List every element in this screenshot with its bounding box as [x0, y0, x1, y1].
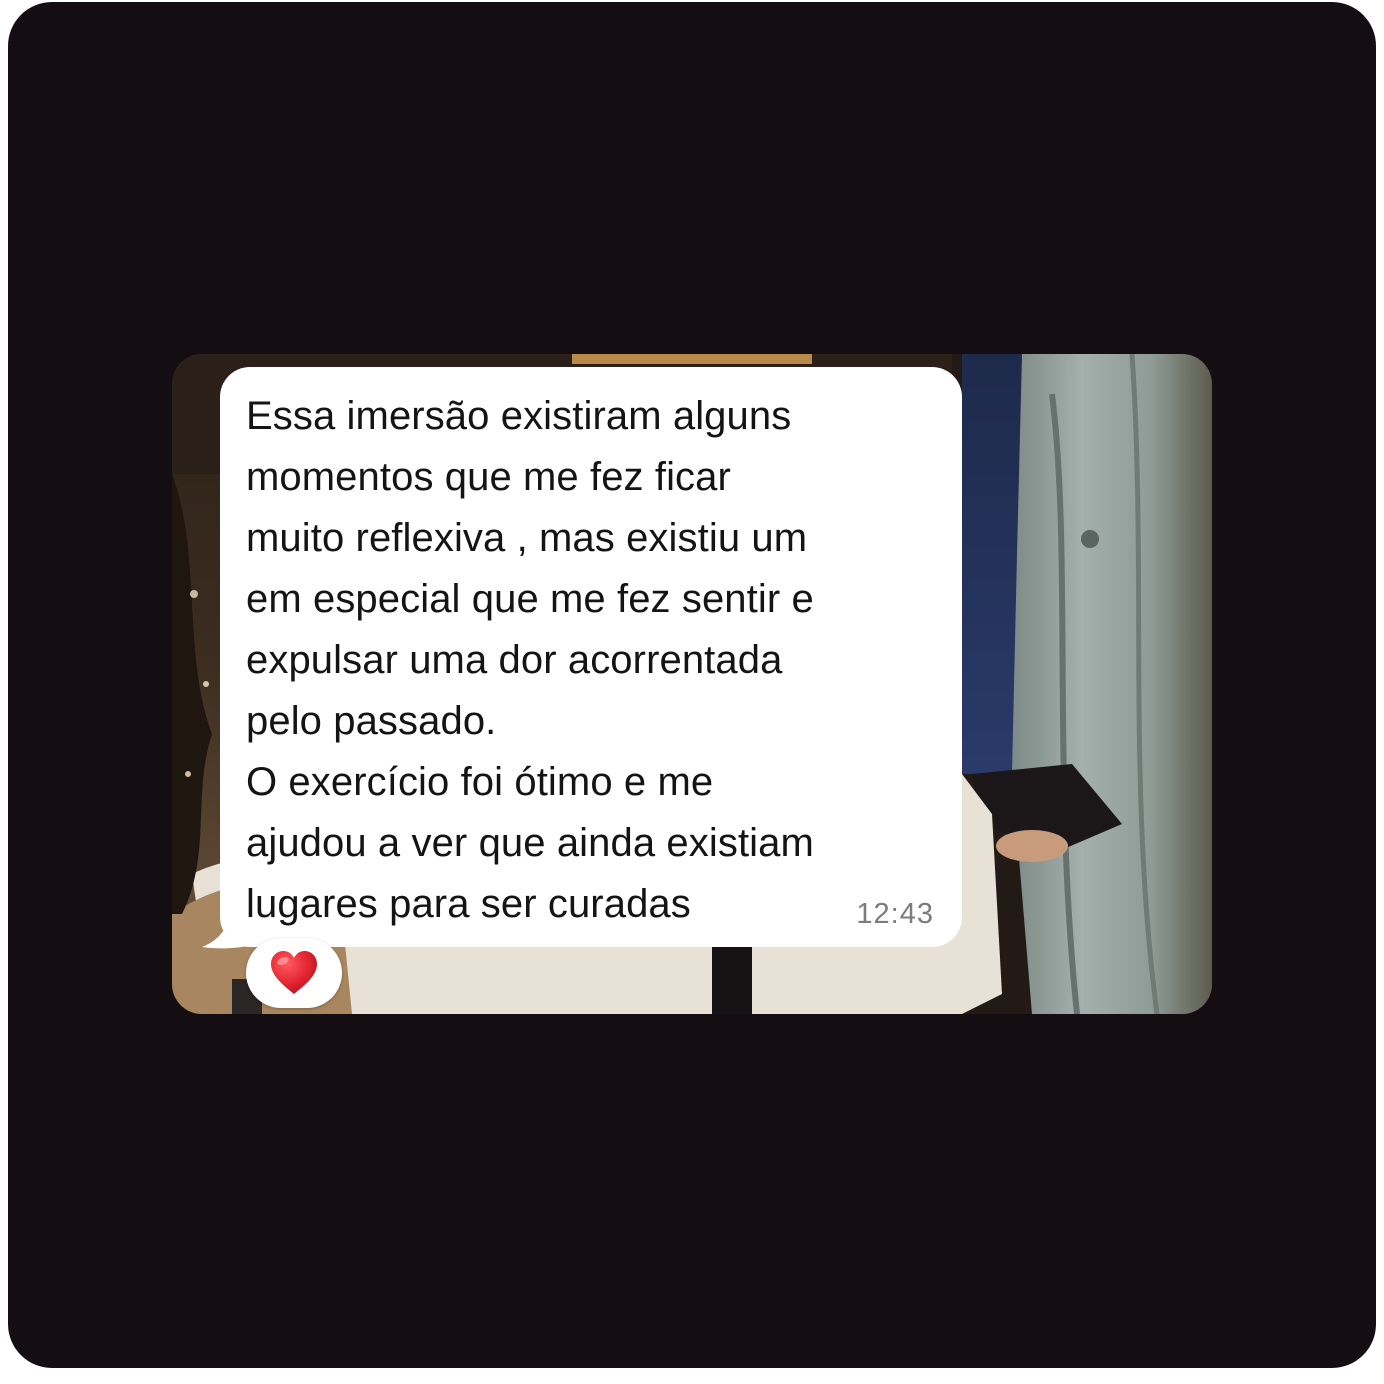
red-heart-icon: [271, 951, 317, 994]
message-timestamp: 12:43: [856, 898, 934, 930]
chat-card: Essa imersão existiram alguns momentos q…: [172, 354, 1212, 1014]
message-bubble[interactable]: Essa imersão existiram alguns momentos q…: [220, 367, 962, 947]
screenshot-frame: Essa imersão existiram alguns momentos q…: [8, 2, 1376, 1368]
message-reaction[interactable]: [246, 938, 342, 1008]
message-text: Essa imersão existiram alguns momentos q…: [246, 394, 814, 926]
